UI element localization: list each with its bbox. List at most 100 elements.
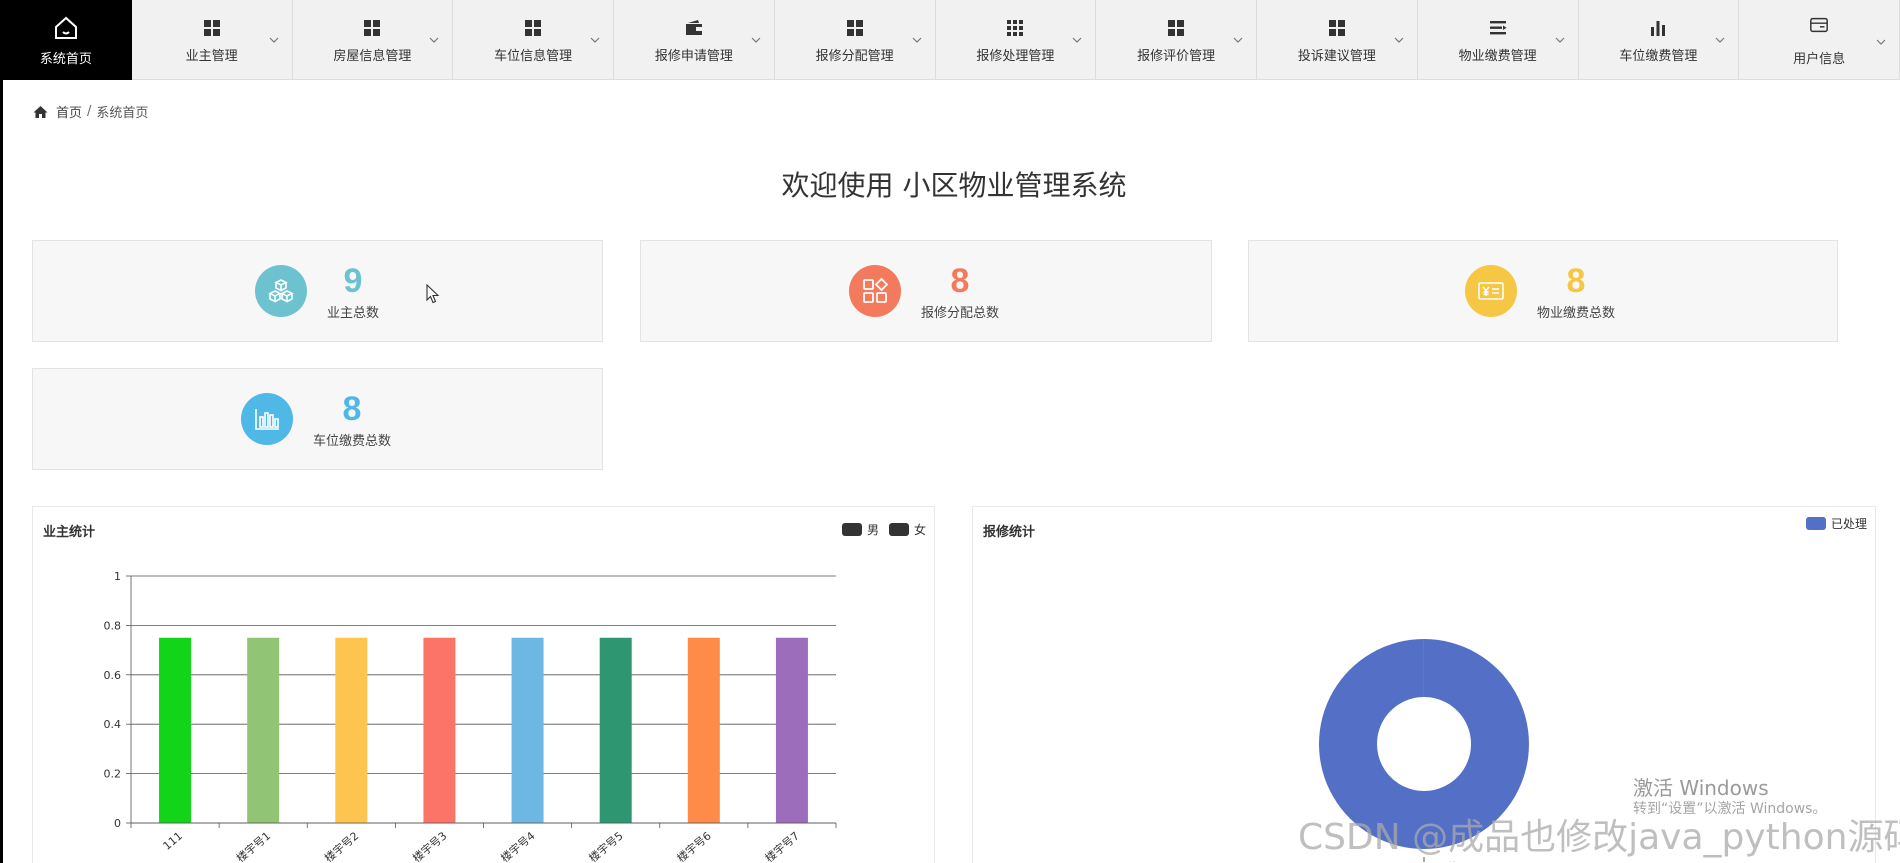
stat-card-owners: 9 业主总数 [32, 240, 603, 342]
y-tick-label: 0 [114, 817, 121, 830]
card-icon [1810, 17, 1829, 32]
stat-card-repair-assign: 8 报修分配总数 [640, 240, 1212, 342]
wallet-icon [685, 19, 702, 35]
stat-icon-circle [1465, 265, 1517, 317]
nav-item-repair-handle[interactable]: 报修处理管理 [936, 0, 1097, 80]
bar [247, 637, 280, 823]
stat-value: 9 [343, 261, 363, 300]
chevron-down-icon [1394, 37, 1404, 43]
yen-bill-icon [1478, 282, 1504, 300]
nav-item-parking-fee[interactable]: 车位缴费管理 [1579, 0, 1740, 80]
nav-item-repair-review[interactable]: 报修评价管理 [1096, 0, 1258, 80]
nav-item-label: 房屋信息管理 [333, 48, 412, 64]
grid-icon [364, 19, 381, 36]
stat-icon-circle [255, 265, 307, 317]
owner-bar-chart: 00.20.40.60.81111 楼宇号1 楼宇号2 楼宇号3 楼宇号4 楼宇号5 楼宇号… [104, 570, 837, 862]
nav-item-user-info[interactable]: 用户信息 [1739, 0, 1900, 80]
nav-item-owner[interactable]: 业主管理 [132, 0, 293, 80]
x-tick-label: 111 [161, 829, 185, 852]
bar [599, 637, 632, 823]
menu-lines-icon [1489, 20, 1507, 34]
chevron-down-icon [912, 37, 921, 43]
grid-icon [203, 19, 220, 36]
y-tick-label: 0.4 [104, 718, 122, 731]
nav-item-parking[interactable]: 车位信息管理 [453, 0, 615, 80]
pie-label: 已处理 [1436, 861, 1469, 862]
stat-icon-circle [241, 393, 293, 445]
x-tick-label: 楼宇号6 [674, 829, 714, 862]
stat-card-parking-fee: 8 车位缴费总数 [32, 368, 603, 470]
stat-label: 物业缴费总数 [1537, 305, 1616, 321]
grid-icon [525, 19, 542, 36]
cubes-icon [268, 279, 294, 303]
nav-item-label: 报修处理管理 [976, 48, 1055, 64]
bar [159, 637, 192, 823]
nav-item-label: 报修评价管理 [1137, 48, 1216, 64]
breadcrumb: 首页 / 系统首页 [33, 102, 148, 121]
nav-item-label: 车位缴费管理 [1619, 48, 1698, 64]
chevron-down-icon [269, 37, 278, 43]
nav-item-label: 业主管理 [185, 48, 238, 64]
csdn-watermark: CSDN @成品也修改java_python源码 [1298, 817, 1900, 858]
stat-label: 业主总数 [327, 305, 380, 321]
stat-value: 8 [342, 389, 362, 428]
stat-icon-circle [849, 265, 901, 317]
nav-home[interactable]: 系统首页 [0, 0, 132, 80]
apps-icon [863, 277, 889, 303]
nav-item-label: 报修申请管理 [654, 48, 733, 64]
nav-home-label: 系统首页 [39, 51, 92, 67]
page-title: 欢迎使用 小区物业管理系统 [781, 169, 1127, 202]
x-tick-label: 楼宇号2 [322, 829, 362, 862]
x-tick-label: 楼宇号3 [410, 829, 450, 862]
home-icon [33, 105, 48, 118]
bar-chart-icon [255, 409, 279, 430]
chevron-down-icon [1555, 37, 1564, 43]
chevron-down-icon [1072, 37, 1082, 43]
nav-item-repair-apply[interactable]: 报修申请管理 [614, 0, 775, 80]
x-tick-label: 楼宇号5 [586, 829, 626, 862]
bar [775, 637, 808, 823]
breadcrumb-home-link[interactable]: 首页 [56, 102, 82, 121]
mouse-cursor-icon [426, 284, 440, 304]
nav-item-property-fee[interactable]: 物业缴费管理 [1418, 0, 1579, 80]
stat-value: 8 [1566, 261, 1586, 300]
bar [687, 637, 720, 823]
chevron-down-icon [1233, 37, 1243, 43]
bar [511, 637, 544, 823]
stat-label: 报修分配总数 [921, 305, 1000, 321]
nav-item-label: 用户信息 [1793, 51, 1846, 67]
y-tick-label: 0.8 [104, 619, 122, 632]
bar [335, 637, 368, 823]
chevron-down-icon [429, 37, 439, 43]
stat-label: 车位缴费总数 [313, 433, 392, 449]
grid-9-icon [1007, 19, 1024, 36]
breadcrumb-separator: / [87, 104, 92, 119]
nav-item-label: 车位信息管理 [494, 48, 573, 64]
nav-item-label: 报修分配管理 [815, 48, 894, 64]
chevron-down-icon [1876, 39, 1886, 45]
nav-item-label: 物业缴费管理 [1458, 48, 1537, 64]
top-nav: 系统首页 业主管理 房屋信息管理 车位信息管理 报修申请管理 报修分配管理 报修… [0, 0, 1900, 80]
bar [423, 637, 456, 823]
grid-icon [1168, 19, 1185, 36]
y-tick-label: 0.6 [104, 669, 122, 682]
x-tick-label: 楼宇号4 [498, 829, 538, 862]
x-tick-label: 楼宇号7 [762, 829, 802, 862]
y-tick-label: 0.2 [104, 768, 122, 781]
nav-item-label: 投诉建议管理 [1297, 48, 1376, 64]
chevron-down-icon [1715, 37, 1725, 43]
y-tick-label: 1 [114, 570, 121, 583]
breadcrumb-current: 系统首页 [96, 106, 149, 121]
x-tick-label: 楼宇号1 [233, 829, 273, 862]
nav-item-repair-assign[interactable]: 报修分配管理 [775, 0, 936, 80]
chevron-down-icon [751, 37, 761, 43]
nav-item-complaint[interactable]: 投诉建议管理 [1257, 0, 1418, 80]
bar-chart-icon [1651, 20, 1666, 36]
chevron-down-icon [590, 37, 600, 43]
owner-chart-panel: 业主统计 男 女 0 0.2 0.4 0.6 0.8 1 111 楼宇号1 楼宇号2 楼宇号3 楼宇… [32, 506, 935, 863]
grid-icon [846, 19, 863, 36]
windows-activation-title: 激活 Windows [1633, 776, 1769, 800]
nav-item-house[interactable]: 房屋信息管理 [293, 0, 454, 80]
home-icon [54, 16, 77, 39]
grid-icon [1328, 19, 1345, 36]
